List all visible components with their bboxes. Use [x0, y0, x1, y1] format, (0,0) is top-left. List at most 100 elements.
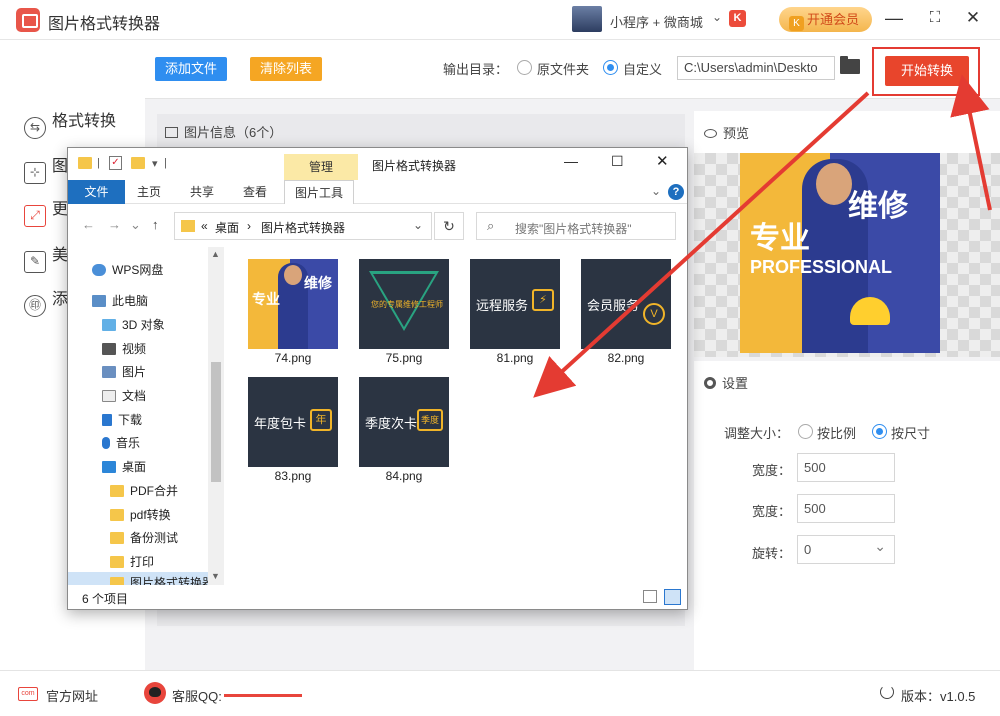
- file-item[interactable]: 会员服务 V 82.png: [579, 255, 673, 367]
- radio-original-folder[interactable]: [517, 60, 532, 75]
- up-button[interactable]: ↑: [152, 217, 159, 232]
- minimize-button[interactable]: —: [884, 8, 904, 28]
- nav-item-folder[interactable]: 备份测试: [110, 529, 178, 546]
- close-button[interactable]: ✕: [963, 8, 983, 28]
- refresh-button[interactable]: ↻: [434, 212, 464, 240]
- breadcrumb-separator[interactable]: ›: [247, 219, 251, 233]
- radio-by-ratio[interactable]: [798, 424, 813, 439]
- sidebar-item-label: 格式转换: [52, 113, 117, 130]
- sidebar-item-beautify[interactable]: ✎ 美: [24, 241, 69, 273]
- properties-icon[interactable]: ✓: [109, 156, 122, 170]
- search-input[interactable]: ⌕ 搜索"图片格式转换器": [476, 212, 676, 240]
- nav-item-this-pc[interactable]: 此电脑: [92, 292, 148, 309]
- nav-item-wps-cloud[interactable]: WPS网盘: [92, 261, 163, 278]
- sidebar-item-watermark[interactable]: ㊞添: [24, 285, 68, 317]
- sidebar-item-label: 美: [52, 247, 69, 264]
- nav-item-folder[interactable]: pdf转换: [110, 506, 171, 523]
- file-thumbnail: 专业 维修: [248, 259, 338, 349]
- nav-item-downloads[interactable]: 下载: [102, 411, 142, 428]
- sidebar-item-format-convert[interactable]: ⇆ 格式转换: [24, 107, 117, 139]
- explorer-maximize-button[interactable]: ☐: [611, 153, 624, 170]
- nav-item-desktop[interactable]: 桌面: [102, 458, 146, 475]
- file-item[interactable]: 您的专属维修工程师 75.png: [357, 255, 451, 367]
- large-icons-view-icon[interactable]: [664, 589, 681, 605]
- scroll-down-icon[interactable]: ▼: [211, 571, 220, 581]
- address-bar[interactable]: « 桌面 › 图片格式转换器 ⌄: [174, 212, 432, 240]
- radio-by-ratio-label[interactable]: 按比例: [817, 423, 856, 442]
- back-button[interactable]: ←: [82, 217, 95, 232]
- radio-custom[interactable]: [603, 60, 618, 75]
- rotate-select[interactable]: 0: [797, 535, 895, 564]
- nav-item-pictures[interactable]: 图片: [102, 363, 146, 380]
- file-item[interactable]: 年度包卡 年 83.png: [246, 373, 340, 485]
- nav-item-3d-objects[interactable]: 3D 对象: [102, 316, 165, 333]
- explorer-close-button[interactable]: ✕: [656, 152, 669, 170]
- help-icon[interactable]: ?: [668, 184, 684, 200]
- add-file-button[interactable]: 添加文件: [155, 57, 227, 81]
- sidebar-item-crop[interactable]: ⊹ 图: [24, 152, 68, 184]
- official-site-link[interactable]: 官方网址: [46, 686, 98, 705]
- poster-worker-head: [816, 163, 852, 205]
- nav-item-folder[interactable]: 图片格式转换器: [110, 574, 214, 585]
- nav-item-label: 下载: [118, 413, 143, 427]
- swap-icon: ⇆: [24, 117, 46, 139]
- clear-list-button[interactable]: 清除列表: [250, 57, 322, 81]
- file-item[interactable]: 远程服务 ⚡ 81.png: [468, 255, 562, 367]
- chevron-down-icon[interactable]: ⌄: [712, 10, 722, 24]
- folder-icon: [110, 577, 124, 585]
- start-convert-button[interactable]: 开始转换: [885, 56, 969, 86]
- forward-button[interactable]: →: [108, 217, 121, 232]
- expand-ribbon-icon[interactable]: ⌄: [651, 184, 661, 198]
- scroll-up-icon[interactable]: ▲: [211, 249, 220, 259]
- width-label: 宽度：: [752, 463, 792, 478]
- tab-share[interactable]: 共享: [190, 180, 214, 204]
- rotate-value: 0: [804, 542, 812, 557]
- vip-button[interactable]: K 开通会员: [779, 7, 872, 32]
- tab-home[interactable]: 主页: [137, 180, 161, 204]
- redacted-qq-number: [223, 694, 302, 697]
- folder-icon: [110, 485, 124, 497]
- nav-item-folder[interactable]: PDF合并: [110, 482, 178, 499]
- nav-item-music[interactable]: 音乐: [102, 434, 140, 451]
- mini-program-thumbnail[interactable]: [572, 6, 602, 32]
- address-dropdown[interactable]: ⌄: [413, 218, 423, 232]
- nav-item-videos[interactable]: 视频: [102, 340, 146, 357]
- breadcrumb-current-folder[interactable]: 图片格式转换器: [261, 219, 345, 236]
- height-input[interactable]: 500: [797, 494, 895, 523]
- radio-original-label[interactable]: 原文件夹: [537, 59, 589, 78]
- file-item[interactable]: 专业 维修 74.png: [246, 255, 340, 367]
- maximize-button[interactable]: ⛶: [925, 8, 945, 28]
- output-path-input[interactable]: C:\Users\admin\Deskto: [677, 56, 835, 80]
- sidebar-item-resize[interactable]: ⤢ 更: [24, 195, 68, 227]
- nav-scrollbar[interactable]: ▲ ▼: [208, 247, 224, 585]
- radio-by-size-label[interactable]: 按尺寸: [891, 423, 930, 442]
- crop-icon: ⊹: [24, 162, 46, 184]
- refresh-icon[interactable]: [880, 685, 894, 699]
- breadcrumb-desktop[interactable]: 桌面: [215, 219, 239, 236]
- folder-icon[interactable]: [840, 56, 860, 74]
- scrollbar-thumb[interactable]: [211, 362, 221, 482]
- support-qq[interactable]: 客服QQ:: [172, 686, 302, 705]
- explorer-minimize-button[interactable]: —: [564, 153, 578, 169]
- recent-locations-dropdown[interactable]: ⌄: [130, 217, 141, 233]
- width-input[interactable]: 500: [797, 453, 895, 482]
- settings-label: 设置: [722, 376, 749, 391]
- tab-view[interactable]: 查看: [243, 180, 267, 204]
- nav-item-label: 视频: [122, 342, 147, 356]
- thumb-text: 年度包卡: [254, 416, 307, 431]
- quick-access-dropdown[interactable]: ▾: [152, 157, 158, 170]
- radio-by-size[interactable]: [872, 424, 887, 439]
- nav-item-documents[interactable]: 文档: [102, 387, 146, 404]
- nav-item-folder[interactable]: 打印: [110, 553, 154, 570]
- nav-item-label: WPS网盘: [112, 263, 164, 277]
- file-name: 75.png: [385, 351, 423, 365]
- mini-program-link[interactable]: 小程序 + 微商城: [610, 12, 703, 31]
- file-item[interactable]: 季度次卡 季度 84.png: [357, 373, 451, 485]
- divider: |: [97, 157, 100, 169]
- tab-file[interactable]: 文件: [68, 180, 125, 204]
- new-folder-icon[interactable]: [131, 157, 145, 169]
- radio-custom-label[interactable]: 自定义: [623, 59, 662, 78]
- tab-manage[interactable]: 管理: [284, 154, 358, 180]
- tab-picture-tools[interactable]: 图片工具: [284, 180, 355, 204]
- details-view-icon[interactable]: [643, 590, 657, 603]
